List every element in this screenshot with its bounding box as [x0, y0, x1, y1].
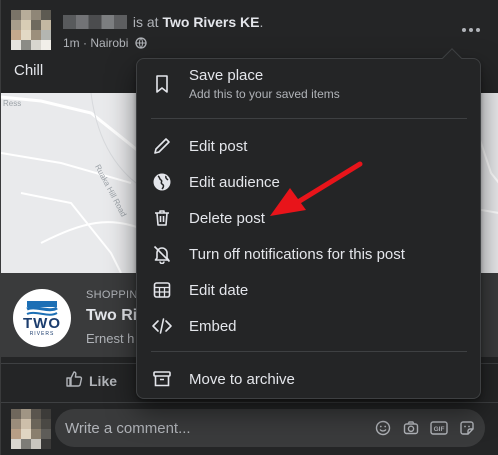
- sticker-icon[interactable]: [457, 418, 477, 438]
- public-globe-icon[interactable]: [135, 37, 147, 52]
- camera-icon[interactable]: [401, 418, 421, 438]
- emoji-icon[interactable]: [373, 418, 393, 438]
- pencil-icon: [149, 133, 175, 159]
- bookmark-icon: [149, 71, 175, 97]
- trash-icon: [149, 205, 175, 231]
- menu-label-embed: Embed: [189, 317, 237, 335]
- author-name-redacted[interactable]: [63, 15, 127, 29]
- comment-row: Write a comment... GIF: [1, 402, 498, 452]
- post-time[interactable]: 1m: [63, 36, 80, 50]
- like-label: Like: [89, 372, 118, 389]
- menu-sub-save-place: Add this to your saved items: [189, 87, 340, 101]
- more-options-button[interactable]: [459, 20, 483, 40]
- post-title-line: is at Two Rivers KE.: [63, 14, 263, 30]
- menu-label-delete-post: Delete post: [189, 209, 265, 227]
- menu-item-turn-off-notifications[interactable]: Turn off notifications for this post: [145, 241, 473, 267]
- thumbs-up-icon: [65, 370, 83, 391]
- place-subtitle: Ernest h: [86, 331, 135, 346]
- menu-label-save-place: Save place: [189, 67, 264, 84]
- archive-icon: [149, 366, 175, 392]
- place-title[interactable]: Two Ri: [86, 307, 137, 325]
- menu-divider: [151, 351, 467, 352]
- comment-placeholder: Write a comment...: [65, 420, 191, 437]
- gif-icon[interactable]: GIF: [429, 418, 449, 438]
- menu-item-embed[interactable]: Embed: [145, 313, 473, 339]
- like-button[interactable]: Like: [65, 370, 117, 391]
- menu-divider: [151, 118, 467, 119]
- two-rivers-logo: TWO RIVERS: [13, 289, 71, 347]
- menu-item-move-to-archive[interactable]: Move to archive: [145, 366, 473, 392]
- menu-label-edit-date: Edit date: [189, 281, 249, 299]
- avatar[interactable]: [11, 10, 51, 50]
- bell-off-icon: [149, 241, 175, 267]
- menu-label-edit-post: Edit post: [189, 137, 248, 155]
- post-location: Nairobi: [90, 36, 129, 50]
- logo-text: TWO: [23, 315, 61, 332]
- menu-item-edit-post[interactable]: Edit post: [145, 133, 473, 159]
- post-text: Chill: [14, 62, 44, 79]
- logo-subtext: RIVERS: [29, 331, 55, 337]
- svg-text:GIF: GIF: [434, 426, 445, 433]
- status-prefix: is at: [132, 14, 159, 30]
- map-label-partial: Ress: [3, 99, 22, 108]
- menu-label-move-to-archive: Move to archive: [189, 370, 295, 388]
- commenter-avatar[interactable]: [11, 409, 51, 449]
- calendar-icon: [149, 277, 175, 303]
- place-link[interactable]: Two Rivers KE: [162, 14, 259, 30]
- comment-tools: GIF: [373, 418, 477, 438]
- globe-icon: [149, 169, 175, 195]
- comment-input[interactable]: Write a comment... GIF: [55, 409, 485, 447]
- post-header: is at Two Rivers KE. 1m · Nairobi: [11, 10, 491, 52]
- post-options-menu: Save place Add this to your saved items …: [136, 48, 481, 399]
- place-suffix: .: [259, 14, 264, 30]
- menu-item-edit-date[interactable]: Edit date: [145, 277, 473, 303]
- menu-item-save-place[interactable]: Save place Add this to your saved items: [145, 67, 473, 101]
- menu-label-turn-off-notifications: Turn off notifications for this post: [189, 245, 405, 263]
- post-meta: 1m · Nairobi: [63, 36, 147, 52]
- meta-separator: ·: [83, 36, 88, 50]
- code-icon: [149, 313, 175, 339]
- annotation-arrow-icon: [270, 161, 363, 216]
